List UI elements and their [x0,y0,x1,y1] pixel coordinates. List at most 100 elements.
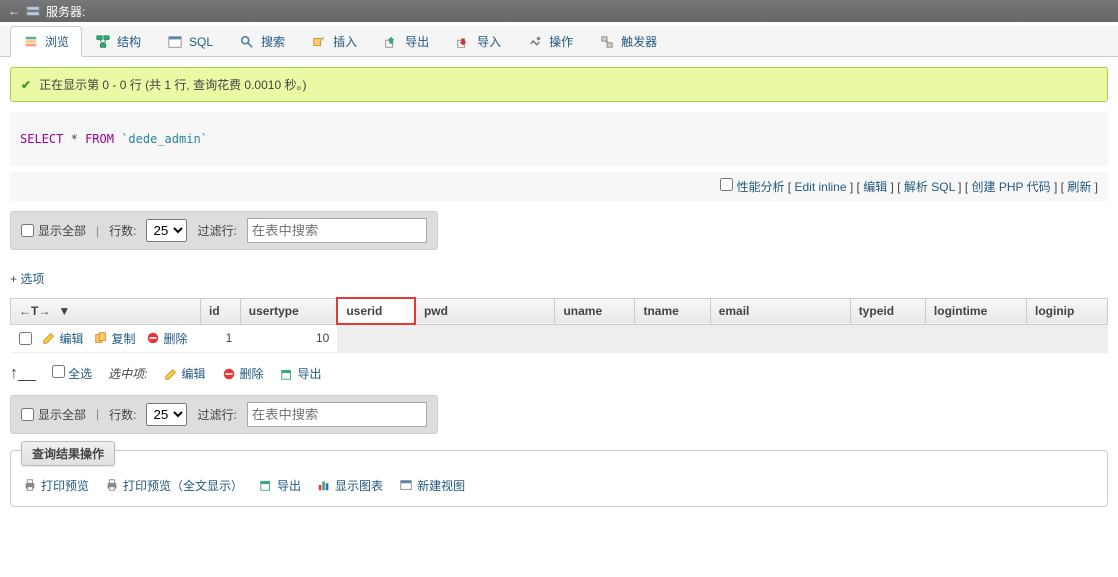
col-tname[interactable]: tname [635,298,710,324]
titlebar: ← 服务器: [0,0,1118,22]
export-icon [383,34,399,50]
sql-table-name: `dede_admin` [121,132,208,146]
table-row: 编辑 复制 删除 [11,324,1108,352]
export-icon [259,478,273,493]
tab-insert[interactable]: + 插入 [298,26,370,56]
rows-select[interactable]: 25 [146,219,187,242]
ops-create-view-link[interactable]: 新建视图 [399,477,465,494]
col-logintime[interactable]: logintime [925,298,1026,324]
options-toggle[interactable]: + 选项 [10,270,44,287]
tab-search-label: 搜索 [261,33,285,50]
dropdown-icon[interactable]: ▼ [58,304,70,318]
bulk-arrow-icon: ↑__ [10,365,36,383]
rows-label: 行数: [109,222,136,239]
cell-logintime [925,324,1026,352]
tab-sql[interactable]: SQL [154,26,226,56]
print-preview-link[interactable]: 打印预览 [23,477,89,494]
tab-insert-label: 插入 [333,33,357,50]
explain-sql-link[interactable]: 解析 SQL [904,180,955,194]
tab-triggers[interactable]: 触发器 [586,26,670,56]
col-actions: ←T→ ▼ [11,298,201,324]
delete-icon [222,366,236,381]
edit-sql-link[interactable]: 编辑 [863,180,887,194]
tab-triggers-label: 触发器 [621,33,657,50]
cell-userid [337,324,415,352]
export-icon [280,366,294,381]
col-usertype[interactable]: usertype [240,298,337,324]
col-uname[interactable]: uname [555,298,635,324]
cell-usertype: 10 [240,324,337,352]
col-email[interactable]: email [710,298,850,324]
filter-input-2[interactable] [247,402,427,427]
back-icon[interactable]: ← [8,4,20,18]
profiling-label[interactable]: 性能分析 [736,180,784,194]
operations-icon [527,34,543,50]
cell-email [710,324,850,352]
show-all-label-2[interactable]: 显示全部 [21,406,86,423]
cell-uname [555,324,635,352]
col-typeid[interactable]: typeid [850,298,925,324]
chart-icon [317,478,331,493]
col-id[interactable]: id [201,298,241,324]
profiling-checkbox[interactable] [720,178,733,191]
import-icon [455,34,471,50]
tab-import[interactable]: 导入 [442,26,514,56]
tabs-bar: 浏览 结构 SQL 搜索 + 插入 导出 导入 操作 [0,26,1118,57]
rows-select-2[interactable]: 25 [146,403,187,426]
sql-action-links: 性能分析 [ Edit inline ] [ 编辑 ] [ 解析 SQL ] [… [10,172,1108,201]
cell-tname [635,324,710,352]
structure-icon [95,34,111,50]
tab-search[interactable]: 搜索 [226,26,298,56]
edit-inline-link[interactable]: Edit inline [794,180,846,194]
create-php-link[interactable]: 创建 PHP 代码 [971,180,1050,194]
show-all-label[interactable]: 显示全部 [21,222,86,239]
results-operations-legend: 查询结果操作 [21,441,115,466]
tab-import-label: 导入 [477,33,501,50]
insert-icon: + [311,34,327,50]
bulk-export-link[interactable]: 导出 [280,365,322,382]
ops-export-link[interactable]: 导出 [259,477,301,494]
bulk-delete-link[interactable]: 删除 [222,365,264,382]
row-edit-link[interactable]: 编辑 [42,330,84,347]
filter-input[interactable] [247,218,427,243]
check-all-label[interactable]: 全选 [52,365,92,382]
cell-pwd [415,324,555,352]
copy-icon [94,331,108,346]
with-selected-label: 选中项: [108,365,147,382]
col-userid[interactable]: userid [337,298,415,324]
results-table: ←T→ ▼ id usertype userid pwd uname tname… [10,297,1108,353]
refresh-link[interactable]: 刷新 [1067,180,1091,194]
row-copy-link[interactable]: 复制 [94,330,136,347]
ops-chart-link[interactable]: 显示图表 [317,477,383,494]
pencil-icon [164,366,178,381]
browse-icon [23,34,39,50]
bulk-edit-link[interactable]: 编辑 [164,365,206,382]
sql-keyword-select: SELECT [20,132,63,146]
tab-structure[interactable]: 结构 [82,26,154,56]
row-delete-link[interactable]: 删除 [146,330,188,347]
show-all-checkbox-2[interactable] [21,408,34,421]
tab-export-label: 导出 [405,33,429,50]
check-icon: ✔ [21,78,31,92]
tab-browse[interactable]: 浏览 [10,26,82,57]
sort-arrows[interactable]: ←T→ [19,304,50,318]
filter-label: 过滤行: [197,222,236,239]
success-message: ✔ 正在显示第 0 - 0 行 (共 1 行, 查询花费 0.0010 秒。) [10,67,1108,102]
col-pwd[interactable]: pwd [415,298,555,324]
svg-text:+: + [321,36,325,43]
row-checkbox[interactable] [19,332,32,345]
show-all-checkbox[interactable] [21,224,34,237]
bulk-actions: ↑__ 全选 选中项: 编辑 删除 导出 [10,365,1108,383]
view-icon [399,478,413,493]
delete-icon [146,331,160,346]
print-full-link[interactable]: 打印预览（全文显示） [105,477,243,494]
tab-export[interactable]: 导出 [370,26,442,56]
triggers-icon [599,34,615,50]
success-text: 正在显示第 0 - 0 行 (共 1 行, 查询花费 0.0010 秒。) [39,76,306,93]
check-all-checkbox[interactable] [52,365,65,378]
tab-browse-label: 浏览 [45,33,69,50]
tab-operations[interactable]: 操作 [514,26,586,56]
search-icon [239,34,255,50]
controls-bar-bottom: 显示全部 | 行数: 25 过滤行: [10,395,438,434]
col-loginip[interactable]: loginip [1027,298,1108,324]
